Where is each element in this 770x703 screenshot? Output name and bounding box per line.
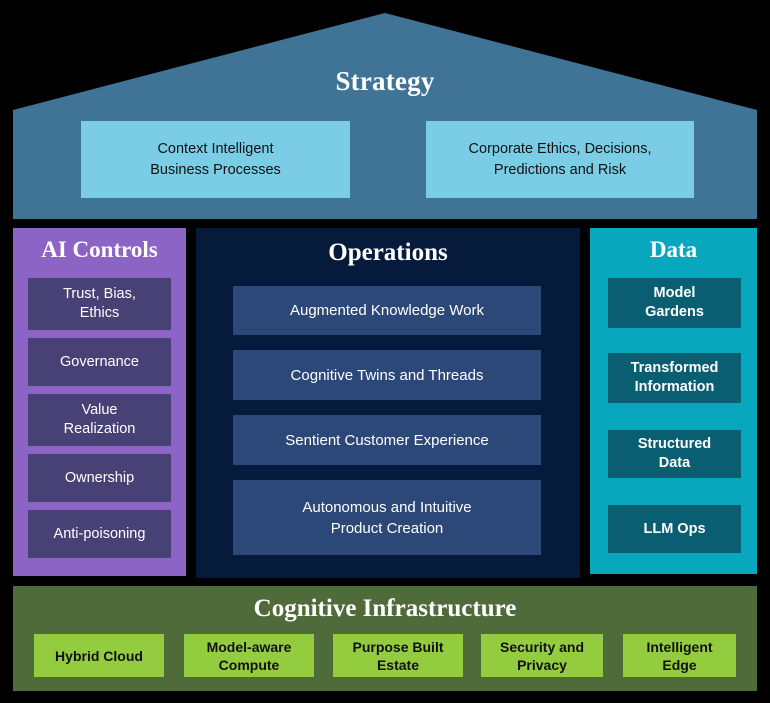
data-item-model-gardens[interactable]: Model Gardens bbox=[608, 278, 741, 328]
cell-label: Purpose Built Estate bbox=[352, 638, 444, 673]
ai-controls-item-trust-bias-ethics[interactable]: Trust, Bias, Ethics bbox=[28, 278, 171, 330]
infrastructure-item-purpose-built-estate[interactable]: Purpose Built Estate bbox=[333, 634, 463, 677]
data-item-llm-ops[interactable]: LLM Ops bbox=[608, 505, 741, 553]
cell-label: Structured Data bbox=[637, 436, 712, 471]
infrastructure-item-hybrid-cloud[interactable]: Hybrid Cloud bbox=[34, 634, 164, 677]
pillars-row: AI Controls Trust, Bias, Ethics Governanc… bbox=[0, 228, 770, 580]
strategy-box-corporate-ethics-decisions-predictions-risk[interactable]: Corporate Ethics, Decisions, Predictions … bbox=[426, 121, 694, 198]
data-item-structured-data[interactable]: Structured Data bbox=[608, 430, 741, 478]
infrastructure-item-intelligent-edge[interactable]: Intelligent Edge bbox=[623, 634, 736, 677]
cell-label: Ownership bbox=[64, 469, 135, 486]
cell-label: Anti-poisoning bbox=[53, 525, 146, 542]
pillar-ai-controls: AI Controls Trust, Bias, Ethics Governanc… bbox=[13, 228, 186, 576]
infrastructure-item-security-and-privacy[interactable]: Security and Privacy bbox=[481, 634, 603, 677]
cell-label: Cognitive Twins and Threads bbox=[290, 366, 484, 384]
ai-controls-item-ownership[interactable]: Ownership bbox=[28, 454, 171, 502]
cell-label: Augmented Knowledge Work bbox=[289, 302, 484, 319]
pillar-data: Data Model Gardens Transformed Information… bbox=[590, 228, 757, 574]
strategy-title: Strategy bbox=[335, 66, 435, 96]
operations-item-cognitive-twins-and-threads[interactable]: Cognitive Twins and Threads bbox=[233, 350, 541, 400]
ai-controls-title: AI Controls bbox=[41, 237, 158, 262]
strategy-box-label: Context Intelligent Business Processes bbox=[150, 140, 281, 178]
ai-controls-item-anti-poisoning[interactable]: Anti-poisoning bbox=[28, 510, 171, 558]
cell-label: Sentient Customer Experience bbox=[285, 431, 489, 449]
architecture-diagram: Strategy Context Intelligent Business Pro… bbox=[0, 0, 770, 703]
data-title: Data bbox=[649, 237, 698, 262]
strategy-roof-section: Strategy Context Intelligent Business Pro… bbox=[0, 0, 770, 222]
operations-item-sentient-customer-experience[interactable]: Sentient Customer Experience bbox=[233, 415, 541, 465]
cell-label: Governance bbox=[60, 353, 139, 370]
operations-item-autonomous-and-intuitive-product-creation[interactable]: Autonomous and Intuitive Product Creation bbox=[233, 480, 541, 555]
cell-label: Model Gardens bbox=[645, 285, 704, 320]
infrastructure-item-model-aware-compute[interactable]: Model-aware Compute bbox=[184, 634, 314, 677]
data-item-transformed-information[interactable]: Transformed Information bbox=[608, 353, 741, 403]
ai-controls-item-value-realization[interactable]: Value Realization bbox=[28, 394, 171, 446]
cell-label: Intelligent Edge bbox=[646, 638, 713, 673]
cell-label: Security and Privacy bbox=[499, 638, 585, 673]
strategy-box-label: Corporate Ethics, Decisions, Predictions … bbox=[468, 140, 652, 178]
cognitive-infrastructure-title: Cognitive Infrastructure bbox=[253, 595, 517, 622]
cell-label: Hybrid Cloud bbox=[55, 647, 143, 664]
cell-label: Trust, Bias, Ethics bbox=[63, 286, 136, 321]
strategy-box-context-intelligent-business-processes[interactable]: Context Intelligent Business Processes bbox=[81, 121, 350, 198]
cell-label: Autonomous and Intuitive Product Creation bbox=[302, 498, 472, 537]
cell-label: Model-aware Compute bbox=[206, 638, 292, 673]
cognitive-infrastructure-section: Cognitive Infrastructure Hybrid Cloud Mo… bbox=[13, 586, 757, 691]
operations-item-augmented-knowledge-work[interactable]: Augmented Knowledge Work bbox=[233, 286, 541, 335]
cell-label: Transformed Information bbox=[630, 360, 719, 395]
pillar-operations: Operations Augmented Knowledge Work Cogn… bbox=[196, 228, 580, 578]
cell-label: Value Realization bbox=[63, 402, 136, 437]
operations-title: Operations bbox=[328, 239, 448, 266]
ai-controls-item-governance[interactable]: Governance bbox=[28, 338, 171, 386]
cell-label: LLM Ops bbox=[643, 520, 706, 537]
